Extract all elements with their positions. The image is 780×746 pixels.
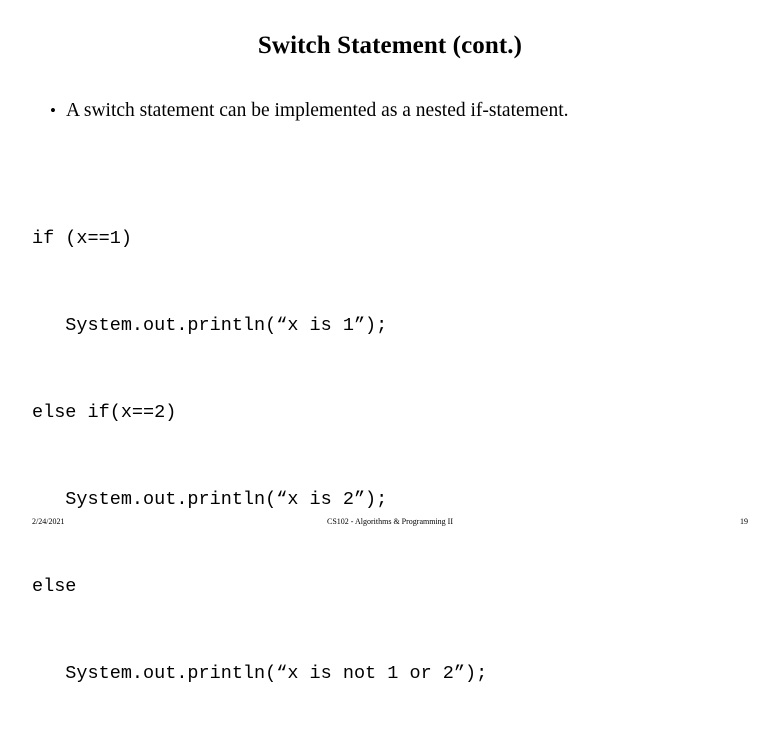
code-line: else if(x==2) [32,402,177,423]
code-line: if (x==1) [32,228,132,249]
list-item: • A switch statement can be implemented … [40,100,740,122]
code-line: System.out.println(“x is 2”); [32,489,388,510]
code-block: if (x==1) System.out.println(“x is 1”); … [32,166,752,746]
code-line: else [32,576,77,597]
bullet-text: A switch statement can be implemented as… [66,100,569,121]
code-line: System.out.println(“x is not 1 or 2”); [32,663,488,684]
bullet-marker-icon: • [50,101,56,120]
bullet-list: • A switch statement can be implemented … [40,100,740,122]
code-line: System.out.println(“x is 1”); [32,315,388,336]
slide: Switch Statement (cont.) • A switch stat… [0,0,780,684]
page-title: Switch Statement (cont.) [257,32,523,59]
footer-page-number: 19 [740,517,748,526]
footer-course-label: CS102 - Algorithms & Programming II [327,517,453,526]
